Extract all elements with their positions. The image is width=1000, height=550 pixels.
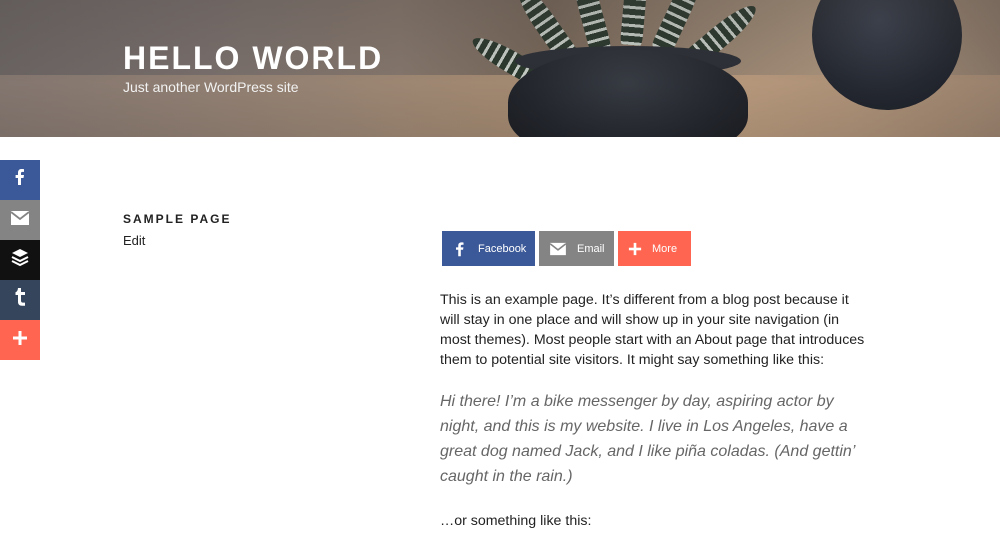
- sidebar-share-facebook[interactable]: [0, 160, 40, 200]
- floating-share-bar: [0, 160, 40, 360]
- sidebar-share-email[interactable]: [0, 200, 40, 240]
- page-title: SAMPLE PAGE: [123, 212, 232, 226]
- site-tagline: Just another WordPress site: [123, 79, 299, 95]
- share-email-label: Email: [577, 242, 605, 255]
- facebook-icon: [452, 239, 468, 259]
- buffer-icon: [10, 247, 30, 273]
- share-facebook-label: Facebook: [478, 242, 527, 255]
- site-header: HELLO WORLD Just another WordPress site: [0, 0, 1000, 137]
- site-title[interactable]: HELLO WORLD: [123, 40, 383, 77]
- example-quote: Hi there! I’m a bike messenger by day, a…: [440, 393, 855, 485]
- share-facebook-button[interactable]: Facebook: [442, 231, 535, 266]
- outro-paragraph: …or something like this:: [440, 513, 592, 529]
- intro-paragraph: This is an example page. It’s different …: [440, 292, 865, 368]
- facebook-icon: [10, 167, 30, 193]
- share-buttons: Facebook Email More: [442, 231, 691, 266]
- email-icon: [549, 242, 567, 256]
- share-email-button[interactable]: Email: [539, 231, 614, 266]
- page-content: This is an example page. It’s different …: [440, 290, 870, 531]
- sidebar-share-buffer[interactable]: [0, 240, 40, 280]
- edit-link[interactable]: Edit: [123, 233, 145, 248]
- plus-icon: [628, 242, 642, 256]
- share-more-label: More: [652, 242, 678, 255]
- plus-icon: [12, 329, 28, 352]
- email-icon: [10, 209, 30, 232]
- sidebar-share-more[interactable]: [0, 320, 40, 360]
- tumblr-icon: [13, 287, 27, 313]
- share-more-button[interactable]: More: [618, 231, 691, 266]
- sidebar-share-tumblr[interactable]: [0, 280, 40, 320]
